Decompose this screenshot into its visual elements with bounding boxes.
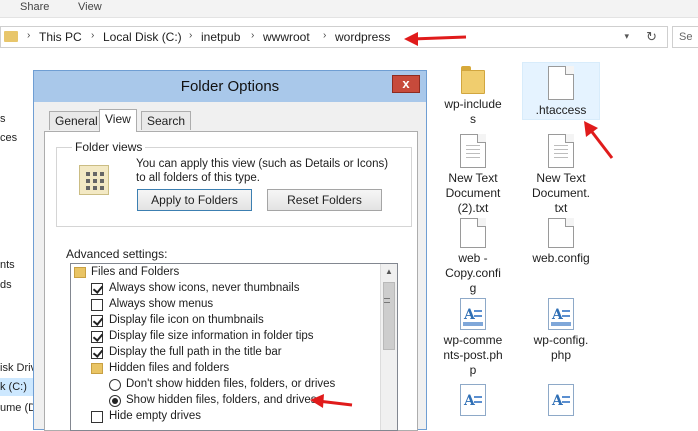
- nav-item-local-disk[interactable]: k (C:): [0, 381, 27, 393]
- tree-scrollbar[interactable]: ▲: [380, 264, 397, 430]
- radio-button[interactable]: [109, 395, 121, 407]
- breadcrumb-chevron-icon: ›: [323, 30, 327, 41]
- address-bar[interactable]: › This PC › Local Disk (C:) › inetpub › …: [0, 26, 668, 48]
- advanced-settings-label: Advanced settings:: [66, 247, 168, 261]
- advanced-settings-tree[interactable]: Files and Folders Always show icons, nev…: [70, 263, 398, 431]
- search-box[interactable]: Se: [672, 26, 698, 48]
- folder-icon: [4, 31, 18, 42]
- text-document-icon: [548, 134, 574, 168]
- file-label: wp-comme nts-post.ph p: [443, 333, 503, 377]
- breadcrumb-chevron-icon: ›: [251, 30, 255, 41]
- breadcrumb-local-disk[interactable]: Local Disk (C:): [103, 30, 182, 44]
- file-item-php-partial[interactable]: A: [522, 384, 600, 416]
- file-item-php-partial[interactable]: A: [434, 384, 512, 416]
- checkbox[interactable]: [91, 283, 103, 295]
- file-label: wp-config. php: [533, 333, 589, 362]
- close-button[interactable]: x: [392, 75, 420, 93]
- breadcrumb-wwwroot[interactable]: wwwroot: [263, 30, 310, 44]
- checkbox[interactable]: [91, 411, 103, 423]
- document-icon: [548, 218, 574, 248]
- ribbon: Share View: [0, 0, 698, 18]
- scroll-thumb[interactable]: [383, 282, 395, 350]
- file-label: web.config: [532, 251, 590, 265]
- scroll-up-icon[interactable]: ▲: [381, 264, 397, 280]
- folder-icon: [91, 363, 103, 374]
- file-item-web-copy-config[interactable]: web - Copy.confi g: [434, 218, 512, 296]
- checkbox[interactable]: [91, 331, 103, 343]
- checkbox[interactable]: [91, 299, 103, 311]
- php-file-icon: A: [548, 298, 574, 330]
- php-file-icon: A: [548, 384, 574, 416]
- folder-views-label: Folder views: [72, 140, 146, 154]
- php-file-icon: A: [460, 298, 486, 330]
- apply-to-folders-button[interactable]: Apply to Folders: [137, 189, 252, 211]
- document-icon: [548, 66, 574, 100]
- breadcrumb-inetpub[interactable]: inetpub: [201, 30, 240, 44]
- text-document-icon: [460, 134, 486, 168]
- tab-general[interactable]: General: [49, 111, 104, 130]
- nav-item[interactable]: ds: [0, 279, 12, 291]
- checkbox[interactable]: [91, 347, 103, 359]
- tab-search[interactable]: Search: [141, 111, 192, 130]
- breadcrumb-this-pc[interactable]: This PC: [39, 30, 82, 44]
- ribbon-tab-view[interactable]: View: [78, 1, 102, 13]
- dialog-title: Folder Options: [180, 78, 280, 95]
- dialog-titlebar[interactable]: Folder Options x: [34, 71, 426, 102]
- folder-views-icon: [79, 165, 109, 195]
- breadcrumb-chevron-icon: ›: [91, 30, 95, 41]
- reset-folders-button[interactable]: Reset Folders: [267, 189, 382, 211]
- refresh-icon[interactable]: ↻: [646, 29, 657, 45]
- tab-view[interactable]: View: [99, 109, 137, 132]
- nav-item[interactable]: isk Driv: [0, 362, 36, 374]
- checkbox[interactable]: [91, 315, 103, 327]
- folder-icon: [458, 66, 488, 94]
- file-item-wp-config[interactable]: A wp-config. php: [522, 298, 600, 363]
- address-dropdown-icon[interactable]: ▾: [624, 31, 629, 42]
- file-label: wp-include s: [444, 97, 502, 126]
- ribbon-tab-share[interactable]: Share: [20, 1, 49, 13]
- nav-item[interactable]: s: [0, 113, 6, 125]
- file-item-wp-includes[interactable]: wp-include s: [434, 66, 512, 127]
- radio-button[interactable]: [109, 379, 121, 391]
- breadcrumb-wordpress[interactable]: wordpress: [335, 30, 390, 44]
- document-icon: [460, 218, 486, 248]
- php-file-icon: A: [460, 384, 486, 416]
- file-label: New Text Document (2).txt: [445, 171, 501, 215]
- file-item-wp-comments-post[interactable]: A wp-comme nts-post.ph p: [434, 298, 512, 378]
- nav-item[interactable]: nts: [0, 259, 15, 271]
- file-label: web - Copy.confi g: [445, 251, 501, 295]
- nav-item[interactable]: ces: [0, 132, 17, 144]
- file-label: New Text Document. txt: [531, 171, 591, 215]
- search-icon: Se: [679, 31, 693, 43]
- folder-icon: [74, 267, 86, 278]
- file-item-new-text-document-2[interactable]: New Text Document (2).txt: [434, 134, 512, 216]
- scroll-grip-icon: [384, 298, 390, 303]
- file-label: .htaccess: [535, 103, 587, 117]
- folder-options-dialog: Folder Options x General View Search Fol…: [33, 70, 427, 431]
- breadcrumb-chevron-icon: ›: [189, 30, 193, 41]
- breadcrumb-chevron-icon: ›: [27, 30, 31, 41]
- nav-item[interactable]: ume (D: [0, 402, 36, 414]
- file-item-htaccess[interactable]: .htaccess: [522, 62, 600, 120]
- file-item-new-text-document[interactable]: New Text Document. txt: [522, 134, 600, 216]
- folder-views-description: You can apply this view (such as Details…: [136, 158, 389, 184]
- file-item-web-config[interactable]: web.config: [522, 218, 600, 266]
